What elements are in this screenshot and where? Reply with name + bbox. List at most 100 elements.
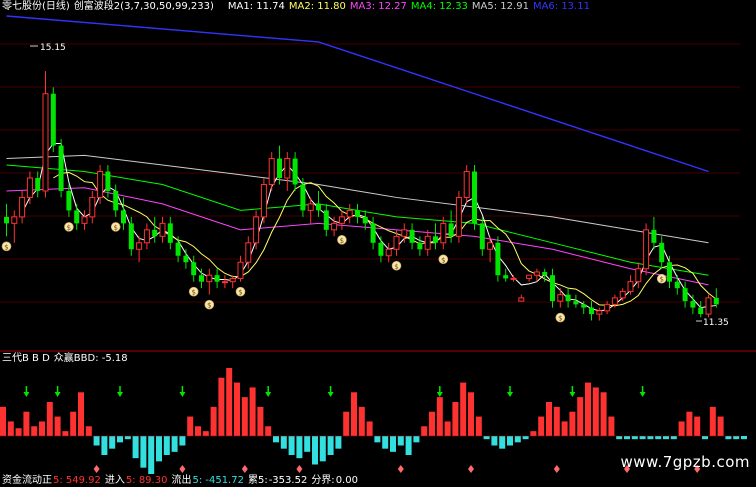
candle	[503, 268, 509, 282]
bbd-bar	[218, 377, 225, 436]
bbd-bar	[546, 402, 552, 436]
candle	[268, 152, 275, 191]
candle	[221, 275, 228, 289]
green-arrow-icon	[179, 386, 186, 397]
svg-text:$: $	[394, 263, 398, 271]
candle	[472, 165, 477, 230]
money-bag-icon: $	[337, 235, 347, 245]
sum-value: -353.52	[268, 475, 308, 486]
out-label: 流出	[171, 475, 192, 486]
bbd-bar	[522, 436, 529, 440]
bbd-bar	[429, 411, 435, 436]
candle	[183, 249, 189, 269]
green-arrow-icon	[265, 386, 272, 397]
bbd-bar	[507, 436, 513, 446]
svg-text:$: $	[67, 224, 71, 232]
candle	[378, 236, 384, 263]
in-value: 5: 89.30	[125, 475, 168, 486]
bbd-bar	[202, 431, 209, 436]
bbd-bar	[631, 436, 638, 440]
ma4-value: MA4: 12.33	[410, 1, 468, 12]
bbd-bar	[421, 426, 428, 436]
bbd-bar	[15, 428, 22, 436]
bbd-bar	[187, 416, 194, 436]
bbd-bar	[148, 436, 155, 474]
candle	[159, 216, 166, 243]
candle	[277, 145, 282, 185]
candle	[191, 255, 197, 282]
bbd-bar	[725, 436, 732, 440]
svg-text:$: $	[4, 243, 8, 251]
bbd-bar	[109, 436, 116, 449]
bbd-bar	[343, 411, 350, 436]
green-arrow-icon	[507, 386, 513, 397]
grid-lines	[0, 43, 740, 303]
ma6-value: MA6: 13.11	[532, 1, 590, 12]
candle	[136, 236, 143, 263]
top-header: 零七股份(日线) 创富波段2(3,7,30,50,99,233) MA1: 11.7…	[2, 1, 594, 13]
bbd-bar	[39, 421, 45, 436]
bbd-bar	[85, 426, 92, 436]
bbd-bar	[382, 436, 389, 449]
boundary-value: 0.00	[335, 475, 358, 486]
bbd-bar	[694, 416, 701, 436]
candle	[11, 210, 18, 243]
candle	[206, 268, 213, 295]
money-bag-icon: $	[110, 222, 121, 232]
bbd-bar	[241, 397, 248, 436]
candle	[58, 139, 64, 198]
svg-text:$: $	[441, 256, 445, 264]
candle	[573, 294, 579, 308]
buy-signals: $ $ $ $ $ $ $ $ $ $ $	[1, 222, 667, 323]
flow-value: 5: 549.92	[53, 475, 101, 486]
bbd-bar	[577, 397, 584, 436]
bottom-header: 资金流动正5: 549.92 进入5: 89.30 流出5: -451.72 累5:-…	[2, 475, 362, 487]
high-price-label: 15.15	[40, 43, 66, 53]
red-diamond-icon	[296, 465, 303, 473]
green-arrow-icon	[117, 386, 123, 397]
bbd-value: 众赢BBD: -5.18	[53, 353, 128, 364]
bbd-bar	[483, 436, 490, 440]
bbd-bar	[538, 416, 545, 436]
candle	[113, 184, 119, 217]
red-diamond-icon	[553, 465, 560, 473]
bbd-bar	[655, 436, 662, 440]
bbd-bar	[468, 392, 474, 436]
bbd-bar	[171, 436, 178, 452]
candle	[565, 288, 571, 308]
bbd-bar	[366, 421, 373, 436]
money-bag-icon: $	[204, 299, 215, 310]
bbd-bar	[413, 436, 420, 443]
bbd-bar	[600, 392, 607, 436]
bbd-bar	[62, 431, 69, 436]
bbd-bar	[70, 411, 77, 436]
candle	[448, 210, 454, 243]
candle	[26, 171, 33, 204]
green-arrow-icon	[436, 386, 443, 397]
bbd-bar	[553, 406, 560, 436]
bbd-bar	[530, 431, 537, 436]
bbd-bar	[358, 406, 365, 436]
candle	[167, 216, 173, 250]
bbd-bar	[288, 436, 295, 455]
bbd-bar	[475, 416, 482, 436]
money-bag-icon: $	[555, 312, 566, 323]
money-bag-icon: $	[64, 222, 74, 232]
candle	[659, 236, 665, 269]
bbd-bar	[709, 406, 716, 436]
bbd-bar	[686, 411, 693, 436]
candle	[355, 203, 360, 224]
bbd-bar	[93, 436, 100, 446]
candle	[35, 171, 41, 198]
candle	[424, 229, 431, 256]
ma2-line	[53, 171, 717, 307]
out-value: 5: -451.72	[192, 475, 244, 486]
candle	[440, 216, 447, 250]
money-bag-icon: $	[188, 286, 199, 297]
candle	[433, 223, 438, 250]
bbd-bar	[608, 416, 615, 436]
candle	[152, 216, 158, 243]
candle	[4, 203, 9, 237]
candle	[557, 288, 564, 308]
bbd-bar	[733, 436, 740, 440]
